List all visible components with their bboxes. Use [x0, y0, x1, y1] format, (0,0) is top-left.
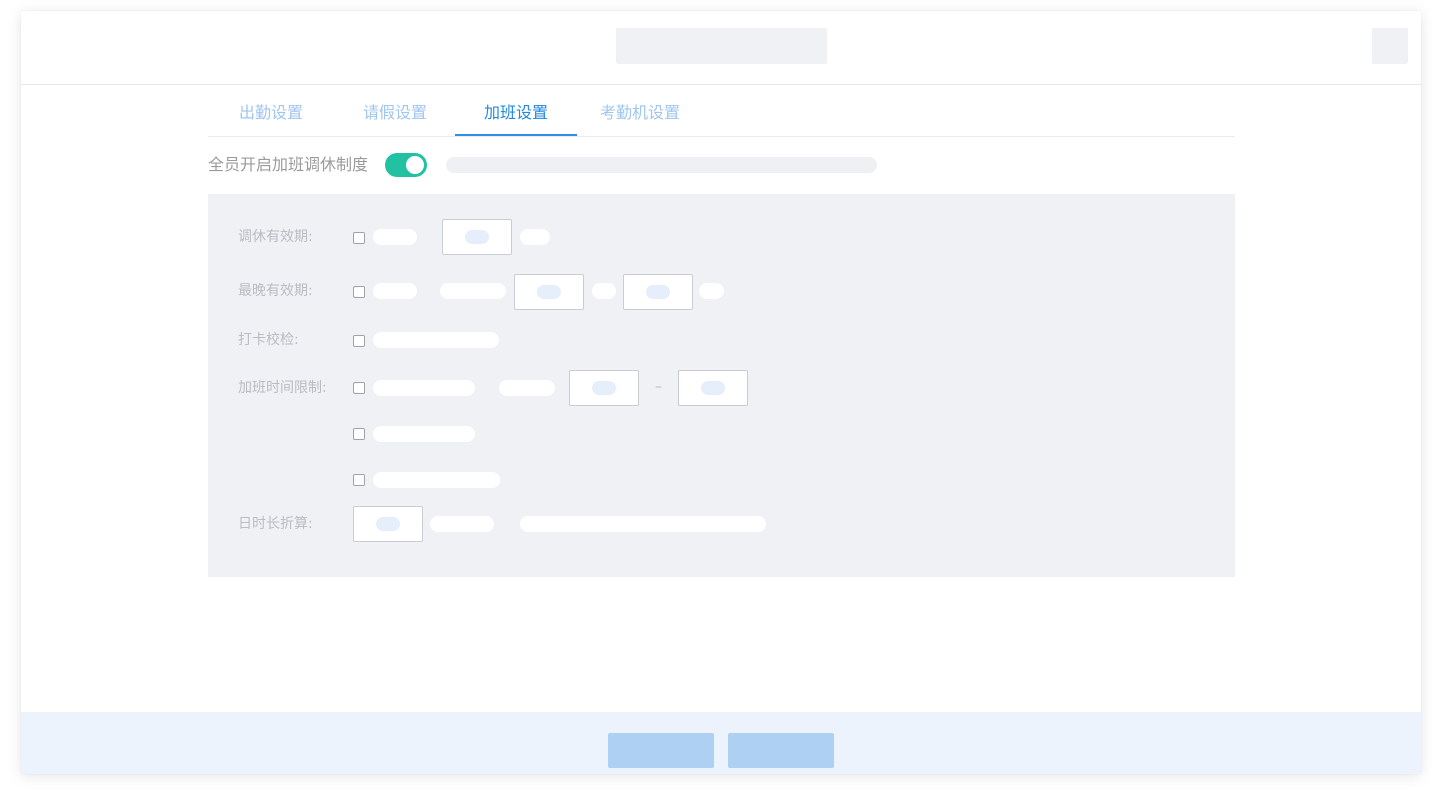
dialog-footer	[21, 712, 1421, 774]
text-placeholder	[499, 380, 555, 396]
text-placeholder	[373, 229, 417, 245]
validity-period-input[interactable]	[442, 219, 512, 255]
text-placeholder	[373, 472, 500, 488]
overtime-toggle-row: 全员开启加班调休制度	[208, 152, 908, 178]
overtime-settings-panel: 调休有效期: 最晚有效期: 打卡校检: 加班时间限制: – 日时长折算:	[208, 194, 1235, 577]
punch-check-checkbox[interactable]	[353, 335, 365, 347]
punch-check-label: 打卡校检:	[238, 332, 299, 348]
text-placeholder	[520, 229, 550, 245]
tab-time-clock[interactable]: 考勤机设置	[577, 85, 703, 136]
text-placeholder	[373, 426, 475, 442]
range-separator: –	[655, 379, 662, 395]
input-value-placeholder	[701, 381, 725, 395]
overtime-toggle-switch[interactable]	[385, 153, 427, 177]
input-value-placeholder	[592, 381, 616, 395]
text-placeholder	[373, 332, 499, 348]
latest-validity-checkbox[interactable]	[353, 286, 365, 298]
text-placeholder	[699, 283, 724, 299]
overtime-toggle-label: 全员开启加班调休制度	[208, 155, 369, 174]
daily-duration-input[interactable]	[353, 506, 423, 542]
tab-attendance[interactable]: 出勤设置	[208, 85, 334, 136]
latest-validity-label: 最晚有效期:	[238, 283, 313, 299]
overtime-limit-label: 加班时间限制:	[238, 380, 327, 396]
dialog-title-placeholder	[616, 28, 827, 64]
latest-validity-month-input[interactable]	[514, 274, 584, 310]
confirm-button-placeholder[interactable]	[608, 733, 714, 768]
tab-leave[interactable]: 请假设置	[332, 85, 458, 136]
input-value-placeholder	[537, 285, 561, 299]
text-placeholder	[440, 283, 506, 299]
validity-period-checkbox[interactable]	[353, 232, 365, 244]
close-button-placeholder[interactable]	[1372, 28, 1408, 64]
dialog-header	[21, 11, 1421, 85]
overtime-limit-end-input[interactable]	[678, 370, 748, 406]
option-checkbox[interactable]	[353, 428, 365, 440]
switch-knob	[406, 156, 424, 174]
text-placeholder	[430, 516, 494, 532]
latest-validity-day-input[interactable]	[623, 274, 693, 310]
overtime-settings-dialog: 出勤设置 请假设置 加班设置 考勤机设置 全员开启加班调休制度 调休有效期: 最…	[21, 11, 1421, 774]
text-placeholder	[592, 283, 616, 299]
input-value-placeholder	[646, 285, 670, 299]
cancel-button-placeholder[interactable]	[728, 733, 834, 768]
input-value-placeholder	[376, 517, 400, 531]
text-placeholder	[373, 380, 475, 396]
settings-tabs: 出勤设置 请假设置 加班设置 考勤机设置	[208, 85, 1235, 137]
daily-duration-label: 日时长折算:	[238, 516, 313, 532]
input-value-placeholder	[465, 230, 489, 244]
toggle-description-placeholder	[446, 157, 877, 173]
option-checkbox[interactable]	[353, 474, 365, 486]
validity-period-label: 调休有效期:	[238, 229, 313, 245]
overtime-limit-checkbox[interactable]	[353, 382, 365, 394]
hint-placeholder	[520, 516, 766, 532]
text-placeholder	[373, 283, 417, 299]
tab-overtime[interactable]: 加班设置	[455, 85, 577, 136]
overtime-limit-start-input[interactable]	[569, 370, 639, 406]
